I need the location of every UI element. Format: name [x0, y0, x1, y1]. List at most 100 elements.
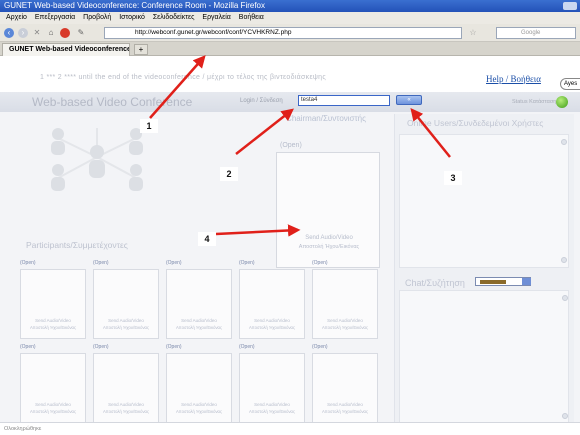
participant-video-box[interactable]: Send Audio/Video Αποστολή Ήχου/Εικόνας: [166, 269, 232, 339]
participant-send-sublabel: Αποστολή Ήχου/Εικόνας: [30, 325, 76, 330]
participant-send-label: Send Audio/Video: [254, 402, 290, 407]
chairman-header: Chairman/Συντονιστής: [286, 114, 366, 123]
participant-open-link[interactable]: (Open): [166, 344, 182, 350]
participant-send-label: Send Audio/Video: [181, 318, 217, 323]
address-url: http://webconf.gunet.gr/webconf/conf/YCV…: [135, 29, 292, 36]
login-input[interactable]: testa4: [298, 95, 390, 106]
participant-send-label: Send Audio/Video: [327, 402, 363, 407]
right-sidebar: Online Users/Συνδεδεμένοι Χρήστες Chat/Σ…: [394, 114, 574, 430]
page-title: Web-based Video Conference: [32, 95, 193, 109]
participant-send-sublabel: Αποστολή Ήχου/Εικόνας: [249, 409, 295, 414]
participant-video-box[interactable]: Send Audio/Video Αποστολή Ήχου/Εικόνας: [166, 353, 232, 423]
participant-send-label: Send Audio/Video: [108, 318, 144, 323]
annotation-number: 2: [220, 167, 238, 181]
help-link[interactable]: Help / Βοήθεια: [486, 74, 541, 84]
participant-open-link[interactable]: (Open): [312, 260, 328, 266]
home-icon[interactable]: ⌂: [46, 28, 56, 38]
participant-video-box[interactable]: Send Audio/Video Αποστολή Ήχου/Εικόνας: [93, 269, 159, 339]
chat-scroll-down-icon[interactable]: [562, 413, 568, 419]
status-label: Status Κατάσταση: [512, 99, 557, 105]
banner: 1 *** 2 **** until the end of the videoc…: [0, 56, 580, 92]
participant-send-sublabel: Αποστολή Ήχου/Εικόνας: [103, 409, 149, 414]
menu-help[interactable]: Βοήθεια: [239, 14, 264, 21]
participant-open-link[interactable]: (Open): [312, 344, 328, 350]
online-users-scrollbar[interactable]: [560, 137, 568, 265]
participants-header: Participants/Συμμετέχοντες: [26, 240, 128, 250]
edge-button[interactable]: Ayes: [560, 78, 580, 90]
menu-history[interactable]: Ιστορικό: [119, 14, 145, 21]
participant-video-box[interactable]: Send Audio/Video Αποστολή Ήχου/Εικόνας: [20, 353, 86, 423]
star-icon[interactable]: ☆: [468, 28, 478, 38]
marquee-text: 1 *** 2 **** until the end of the videoc…: [40, 74, 327, 81]
participant-open-link[interactable]: (Open): [166, 260, 182, 266]
search-placeholder: Google: [521, 30, 541, 36]
window-title: GUNET Web-based Videoconference: Confere…: [4, 1, 266, 10]
menu-bar: Αρχείο Επεξεργασία Προβολή Ιστορικό Σελι…: [0, 12, 580, 24]
participant-video-box[interactable]: Send Audio/Video Αποστολή Ήχου/Εικόνας: [239, 353, 305, 423]
participant-video-box[interactable]: Send Audio/Video Αποστολή Ήχου/Εικόνας: [93, 353, 159, 423]
tab-videoconference[interactable]: GUNET Web-based Videoconference: ...: [2, 43, 130, 56]
login-button[interactable]: «: [396, 95, 422, 105]
participant-video-box[interactable]: Send Audio/Video Αποστολή Ήχου/Εικόνας: [312, 269, 378, 339]
participants-grid: (Open) Send Audio/Video Αποστολή Ήχου/Ει…: [20, 260, 384, 432]
online-users-header: Online Users/Συνδεδεμένοι Χρήστες: [407, 118, 544, 128]
participant-slot: (Open) Send Audio/Video Αποστολή Ήχου/Ει…: [312, 344, 378, 426]
participant-open-link[interactable]: (Open): [239, 344, 255, 350]
participant-send-sublabel: Αποστολή Ήχου/Εικόνας: [322, 325, 368, 330]
participant-video-box[interactable]: Send Audio/Video Αποστολή Ήχου/Εικόνας: [312, 353, 378, 423]
participant-slot: (Open) Send Audio/Video Αποστολή Ήχου/Ει…: [239, 344, 305, 426]
participant-slot: (Open) Send Audio/Video Αποστολή Ήχου/Ει…: [93, 260, 159, 342]
participant-send-sublabel: Αποστολή Ήχου/Εικόνας: [30, 409, 76, 414]
participant-send-sublabel: Αποστολή Ήχου/Εικόνας: [176, 409, 222, 414]
chairman-send-sublabel: Αποστολή Ήχου/Εικόνας: [298, 244, 360, 250]
participant-open-link[interactable]: (Open): [93, 344, 109, 350]
back-icon[interactable]: ‹: [4, 28, 14, 38]
reload-icon[interactable]: ✕: [32, 28, 42, 38]
chairman-video-box[interactable]: Send Audio/Video Αποστολή Ήχου/Εικόνας: [276, 152, 380, 268]
people-network-icon: [51, 128, 143, 191]
chat-scroll-up-icon[interactable]: [562, 295, 568, 301]
menu-tools[interactable]: Εργαλεία: [202, 14, 230, 21]
scroll-up-icon[interactable]: [561, 139, 567, 145]
participant-open-link[interactable]: (Open): [20, 344, 36, 350]
page-content: 1 *** 2 **** until the end of the videoc…: [0, 56, 580, 435]
participant-send-label: Send Audio/Video: [254, 318, 290, 323]
chat-color-select[interactable]: [475, 277, 531, 286]
participant-send-sublabel: Αποστολή Ήχου/Εικόνας: [249, 325, 295, 330]
bookmark-icon[interactable]: ✎: [76, 28, 86, 38]
login-label: Login / Σύνδεση: [240, 98, 283, 104]
address-bar[interactable]: http://webconf.gunet.gr/webconf/conf/YCV…: [104, 27, 462, 39]
chat-header: Chat/Συζήτηση: [405, 278, 465, 288]
annotation-number: 3: [444, 171, 462, 185]
scroll-down-icon[interactable]: [561, 257, 567, 263]
window-close-button[interactable]: [563, 2, 577, 10]
participant-send-sublabel: Αποστολή Ήχου/Εικόνας: [103, 325, 149, 330]
stop-icon[interactable]: [60, 28, 70, 38]
chairman-open-link[interactable]: (Open): [280, 142, 302, 149]
menu-file[interactable]: Αρχείο: [6, 14, 27, 21]
participant-open-link[interactable]: (Open): [20, 260, 36, 266]
menu-edit[interactable]: Επεξεργασία: [35, 14, 75, 21]
participant-send-label: Send Audio/Video: [108, 402, 144, 407]
participant-video-box[interactable]: Send Audio/Video Αποστολή Ήχου/Εικόνας: [20, 269, 86, 339]
participant-slot: (Open) Send Audio/Video Αποστολή Ήχου/Ει…: [93, 344, 159, 426]
participant-slot: (Open) Send Audio/Video Αποστολή Ήχου/Ει…: [166, 260, 232, 342]
participant-open-link[interactable]: (Open): [93, 260, 109, 266]
participant-send-label: Send Audio/Video: [35, 402, 71, 407]
participant-slot: (Open) Send Audio/Video Αποστολή Ήχου/Ει…: [20, 260, 86, 342]
participant-slot: (Open) Send Audio/Video Αποστολή Ήχου/Ει…: [166, 344, 232, 426]
menu-bookmarks[interactable]: Σελιδοδείκτες: [153, 14, 195, 21]
participant-send-sublabel: Αποστολή Ήχου/Εικόνας: [176, 325, 222, 330]
search-input[interactable]: Google: [496, 27, 576, 39]
participant-video-box[interactable]: Send Audio/Video Αποστολή Ήχου/Εικόνας: [239, 269, 305, 339]
annotation-number: 1: [140, 119, 158, 133]
status-bar: Ολοκληρώθηκε: [0, 422, 580, 435]
participant-send-label: Send Audio/Video: [181, 402, 217, 407]
participant-open-link[interactable]: (Open): [239, 260, 255, 266]
dropdown-arrow-icon[interactable]: [522, 278, 531, 285]
forward-icon[interactable]: ›: [18, 28, 28, 38]
new-tab-button[interactable]: +: [134, 44, 148, 55]
menu-view[interactable]: Προβολή: [83, 14, 111, 21]
online-users-list[interactable]: [399, 134, 569, 268]
chat-messages-area[interactable]: [399, 290, 569, 426]
